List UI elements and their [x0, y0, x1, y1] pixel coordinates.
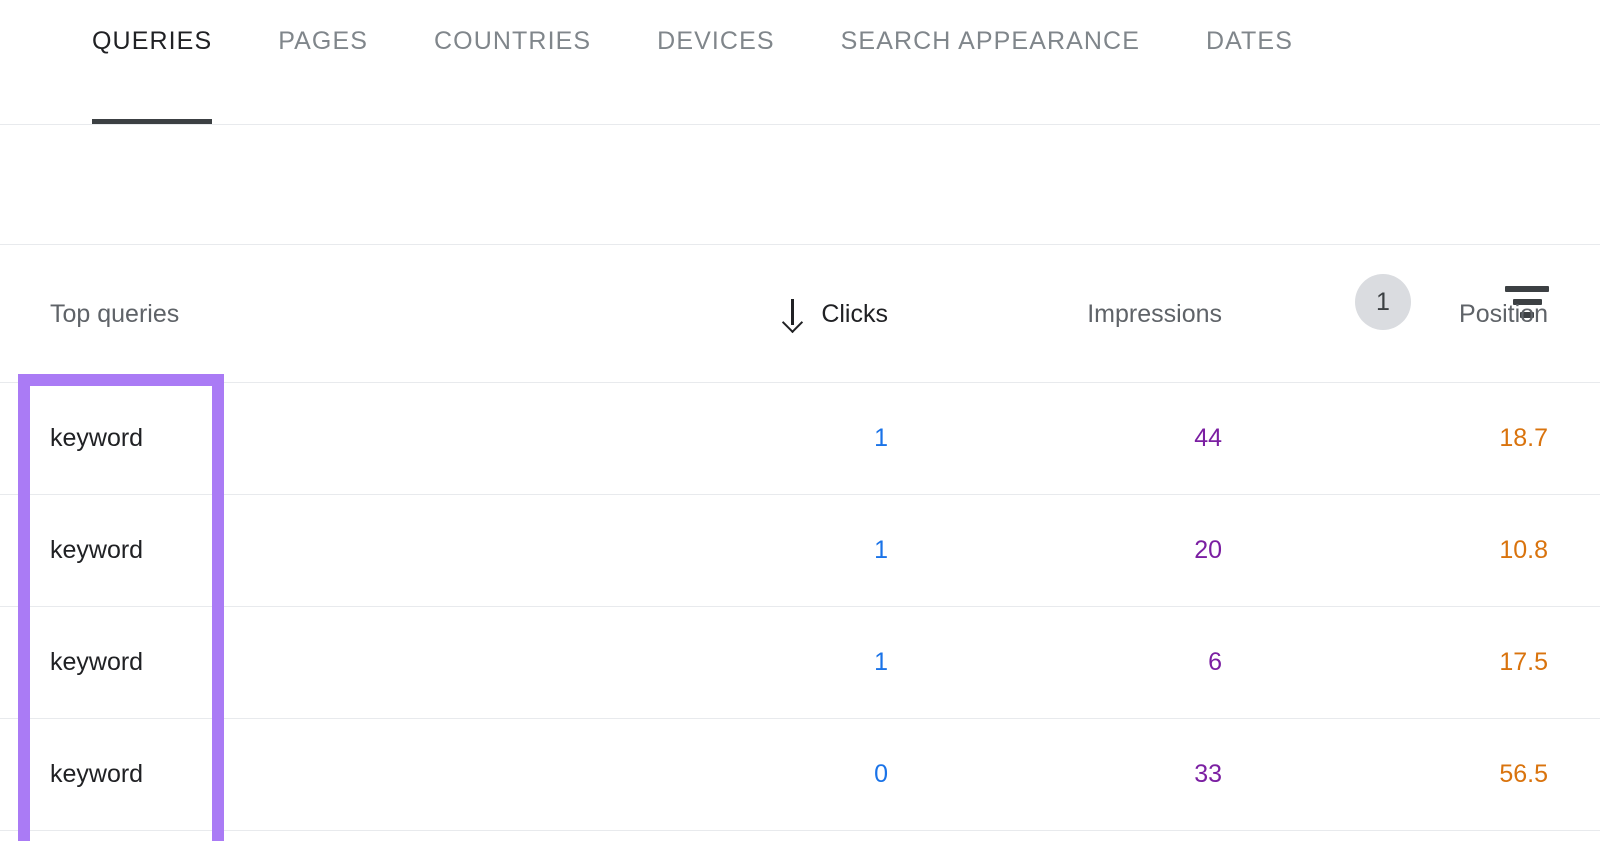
cell-clicks: 1: [874, 536, 888, 564]
cell-clicks: 1: [874, 648, 888, 676]
queries-table: Top queries Clicks Impressions Position …: [0, 246, 1600, 831]
column-header-position[interactable]: Position: [1248, 300, 1548, 329]
table-header-row: Top queries Clicks Impressions Position: [0, 246, 1600, 383]
tab-devices-label: DEVICES: [657, 27, 775, 55]
cell-impressions: 44: [1194, 424, 1222, 452]
cell-position: 18.7: [1499, 424, 1548, 452]
tab-search-appearance-label: SEARCH APPEARANCE: [840, 27, 1140, 55]
cell-clicks: 1: [874, 424, 888, 452]
tab-queries-label: QUERIES: [92, 27, 213, 55]
column-header-clicks-label: Clicks: [821, 299, 888, 328]
search-console-performance-panel: QUERIES PAGES COUNTRIES DEVICES SEARCH A…: [0, 0, 1600, 841]
tab-countries[interactable]: COUNTRIES: [434, 0, 591, 125]
tab-pages[interactable]: PAGES: [278, 0, 368, 125]
cell-impressions: 33: [1194, 760, 1222, 788]
table-row[interactable]: keyword 1 44 18.7: [0, 383, 1600, 495]
tab-dates-label: DATES: [1205, 27, 1293, 55]
table-toolbar: 1: [0, 125, 1600, 330]
dimension-tabs: QUERIES PAGES COUNTRIES DEVICES SEARCH A…: [0, 0, 1600, 125]
column-header-impressions[interactable]: Impressions: [922, 300, 1222, 329]
cell-position: 10.8: [1499, 536, 1548, 564]
tab-pages-label: PAGES: [278, 27, 369, 55]
cell-impressions: 20: [1194, 536, 1222, 564]
table-row[interactable]: keyword 1 20 10.8: [0, 495, 1600, 607]
cell-position: 17.5: [1499, 648, 1548, 676]
table-row[interactable]: keyword 1 6 17.5: [0, 607, 1600, 719]
tab-search-appearance[interactable]: SEARCH APPEARANCE: [841, 0, 1140, 125]
tab-dates[interactable]: DATES: [1206, 0, 1293, 125]
cell-position: 56.5: [1499, 760, 1548, 788]
cell-clicks: 0: [874, 760, 888, 788]
column-header-clicks[interactable]: Clicks: [588, 299, 888, 329]
tab-countries-label: COUNTRIES: [434, 27, 592, 55]
tab-devices[interactable]: DEVICES: [657, 0, 774, 125]
tab-queries[interactable]: QUERIES: [92, 0, 213, 125]
table-row[interactable]: keyword 0 33 56.5: [0, 719, 1600, 831]
cell-impressions: 6: [1208, 648, 1222, 676]
arrow-down-icon: [779, 299, 805, 329]
